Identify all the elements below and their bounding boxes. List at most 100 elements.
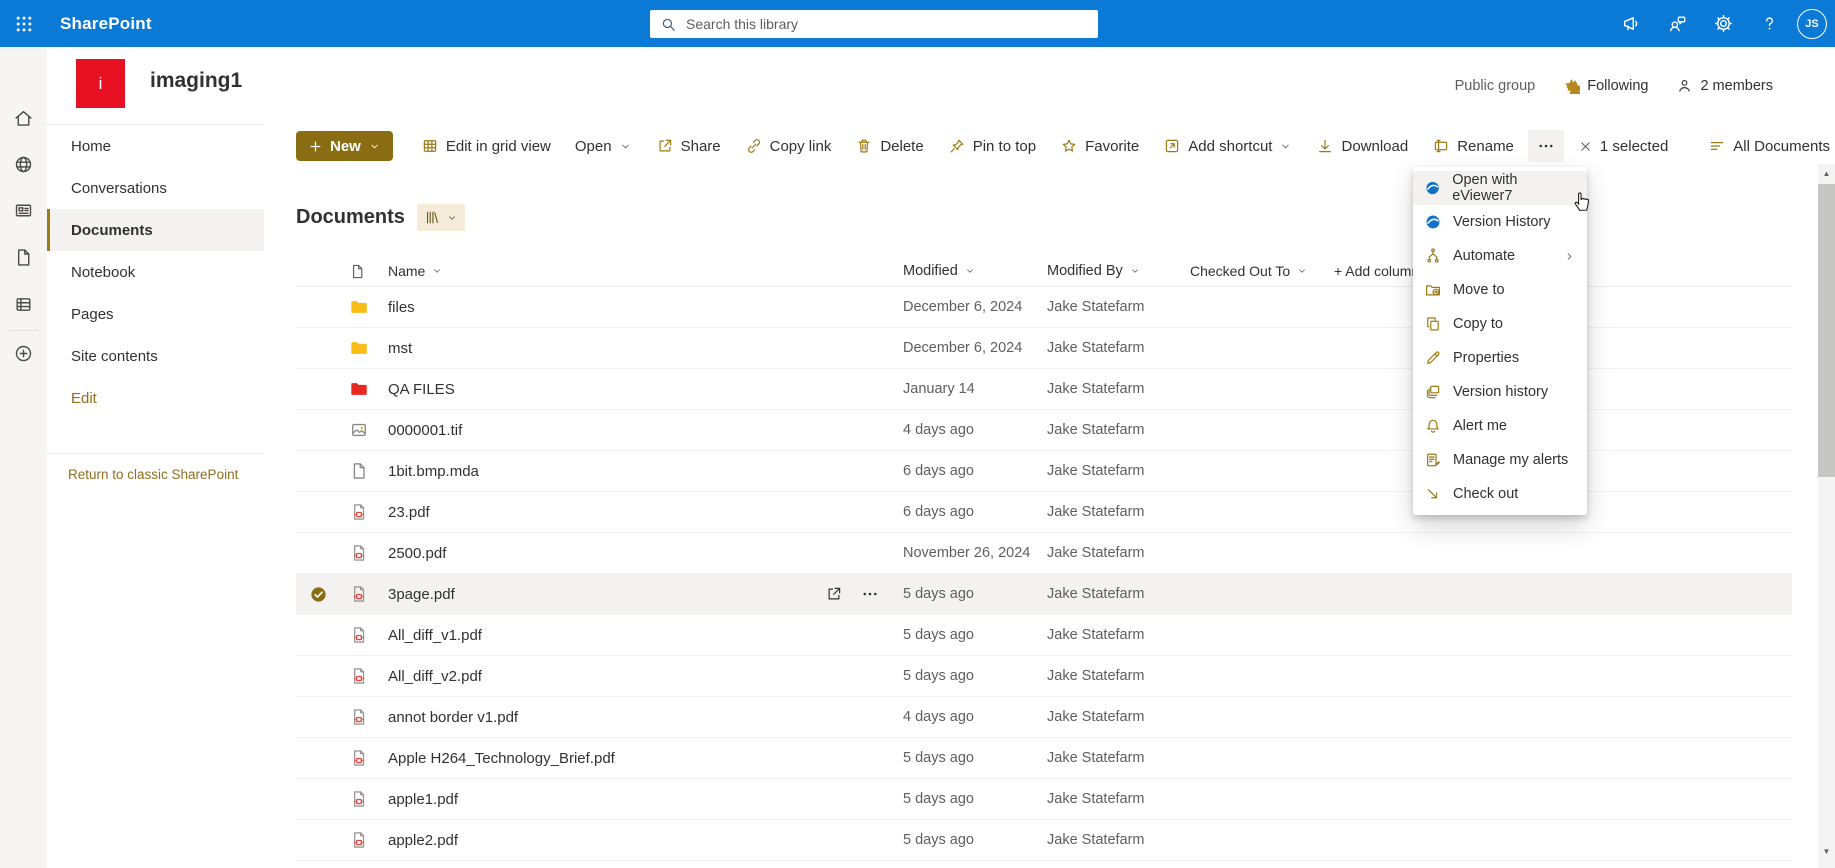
copy-link-button[interactable]: Copy link	[735, 130, 842, 162]
item-name-link[interactable]: files	[388, 299, 415, 316]
item-name-link[interactable]: 0000001.tif	[388, 422, 462, 439]
menu-item-manage-my-alerts[interactable]: Manage my alerts	[1413, 443, 1587, 477]
site-title[interactable]: imaging1	[150, 69, 242, 93]
sidebar-item-home[interactable]: Home	[47, 125, 264, 167]
name-column-header[interactable]: Name	[380, 263, 903, 279]
item-name-link[interactable]: All_diff_v2.pdf	[388, 668, 482, 685]
item-name-link[interactable]: 23.pdf	[388, 504, 430, 521]
clear-selection-button[interactable]: 1 selected	[1568, 130, 1678, 162]
sidebar-item-edit[interactable]: Edit	[47, 377, 264, 419]
menu-item-version-history[interactable]: Version history	[1413, 375, 1587, 409]
modified-by-cell[interactable]: Jake Statefarm	[1047, 463, 1190, 479]
settings-gear-icon[interactable]	[1705, 6, 1741, 42]
sidebar-item-documents[interactable]: Documents	[47, 209, 264, 251]
create-plus-icon[interactable]	[13, 343, 34, 364]
help-icon[interactable]	[1751, 6, 1787, 42]
members-button[interactable]: 2 members	[1676, 77, 1773, 94]
share-icon[interactable]	[825, 585, 843, 603]
open-button[interactable]: Open	[565, 130, 642, 162]
app-launcher-waffle-icon[interactable]	[0, 0, 47, 47]
table-row[interactable]: Apple H264_Technology_Brief.pdf 5 days a…	[296, 738, 1792, 779]
menu-item-automate[interactable]: Automate	[1413, 239, 1587, 273]
feedback-people-icon[interactable]	[1659, 6, 1695, 42]
file-type-column-header[interactable]	[340, 263, 380, 280]
modified-by-cell[interactable]: Jake Statefarm	[1047, 299, 1190, 315]
share-button[interactable]: Share	[646, 130, 731, 162]
ellipsis-icon[interactable]	[861, 585, 879, 603]
item-name-link[interactable]: apple2.pdf	[388, 832, 458, 849]
item-name-link[interactable]: All_diff_v1.pdf	[388, 627, 482, 644]
item-name-link[interactable]: mst	[388, 340, 412, 357]
add-shortcut-button[interactable]: Add shortcut	[1153, 130, 1302, 162]
scroll-up-arrow[interactable]: ▲	[1818, 166, 1835, 181]
modified-column-header[interactable]: Modified	[903, 263, 1047, 279]
rename-button[interactable]: Rename	[1422, 130, 1524, 162]
new-button[interactable]: New	[296, 131, 393, 161]
table-row[interactable]: All_diff_v2.pdf 5 days ago Jake Statefar…	[296, 656, 1792, 697]
vertical-scrollbar[interactable]: ▲ ▼	[1818, 164, 1835, 868]
scroll-down-arrow[interactable]: ▼	[1818, 844, 1835, 859]
pin-to-top-button[interactable]: Pin to top	[938, 130, 1046, 162]
item-name-link[interactable]: QA FILES	[388, 381, 455, 398]
item-name-link[interactable]: apple1.pdf	[388, 791, 458, 808]
item-name-link[interactable]: annot border v1.pdf	[388, 709, 518, 726]
modified-by-cell[interactable]: Jake Statefarm	[1047, 709, 1190, 725]
site-logo[interactable]: i	[76, 59, 125, 108]
menu-item-check-out[interactable]: Check out	[1413, 477, 1587, 511]
menu-item-version-history-eviewer[interactable]: Version History	[1413, 205, 1587, 239]
modified-by-cell[interactable]: Jake Statefarm	[1047, 381, 1190, 397]
checked-out-to-column-header[interactable]: Checked Out To	[1190, 263, 1334, 279]
modified-by-cell[interactable]: Jake Statefarm	[1047, 750, 1190, 766]
modified-by-cell[interactable]: Jake Statefarm	[1047, 586, 1190, 602]
table-row[interactable]: 2500.pdf November 26, 2024 Jake Statefar…	[296, 533, 1792, 574]
announcements-megaphone-icon[interactable]	[1613, 6, 1649, 42]
table-row[interactable]: apple2.pdf 5 days ago Jake Statefarm	[296, 820, 1792, 861]
view-selector-button[interactable]: All Documents	[1698, 130, 1835, 162]
more-commands-button[interactable]	[1527, 130, 1564, 162]
table-row[interactable]: apple1.pdf 5 days ago Jake Statefarm	[296, 779, 1792, 820]
favorite-button[interactable]: Favorite	[1050, 130, 1149, 162]
modified-by-cell[interactable]: Jake Statefarm	[1047, 668, 1190, 684]
news-icon[interactable]	[13, 200, 34, 221]
scrollbar-thumb[interactable]	[1818, 184, 1835, 477]
download-button[interactable]: Download	[1306, 130, 1418, 162]
item-name-link[interactable]: 2500.pdf	[388, 545, 446, 562]
edit-in-grid-view-button[interactable]: Edit in grid view	[411, 130, 561, 162]
sidebar-item-conversations[interactable]: Conversations	[47, 167, 264, 209]
modified-by-cell[interactable]: Jake Statefarm	[1047, 791, 1190, 807]
modified-by-column-header[interactable]: Modified By	[1047, 263, 1190, 279]
modified-by-cell[interactable]: Jake Statefarm	[1047, 832, 1190, 848]
library-search-box[interactable]	[650, 10, 1098, 38]
item-name-link[interactable]: 1bit.bmp.mda	[388, 463, 479, 480]
modified-by-cell[interactable]: Jake Statefarm	[1047, 627, 1190, 643]
menu-item-properties[interactable]: Properties	[1413, 341, 1587, 375]
row-selected-check[interactable]	[296, 585, 340, 604]
document-icon[interactable]	[13, 247, 34, 268]
menu-item-open-with-eviewer7[interactable]: Open with eViewer7	[1413, 171, 1587, 205]
lists-icon[interactable]	[13, 294, 34, 315]
sidebar-item-notebook[interactable]: Notebook	[47, 251, 264, 293]
item-name-link[interactable]: Apple H264_Technology_Brief.pdf	[388, 750, 615, 767]
globe-icon[interactable]	[13, 154, 34, 175]
menu-item-alert-me[interactable]: Alert me	[1413, 409, 1587, 443]
modified-by-cell[interactable]: Jake Statefarm	[1047, 340, 1190, 356]
delete-button[interactable]: Delete	[845, 130, 933, 162]
modified-by-cell[interactable]: Jake Statefarm	[1047, 422, 1190, 438]
account-avatar[interactable]: JS	[1797, 8, 1827, 39]
sidebar-item-site-contents[interactable]: Site contents	[47, 335, 264, 377]
sharepoint-brand[interactable]: SharePoint	[60, 14, 152, 34]
menu-item-copy-to[interactable]: Copy to	[1413, 307, 1587, 341]
return-to-classic-link[interactable]: Return to classic SharePoint	[47, 454, 264, 482]
table-row[interactable]: All_diff_v1.pdf 5 days ago Jake Statefar…	[296, 615, 1792, 656]
search-input[interactable]	[686, 16, 1088, 32]
menu-item-move-to[interactable]: Move to	[1413, 273, 1587, 307]
table-row[interactable]: annot border v1.pdf 4 days ago Jake Stat…	[296, 697, 1792, 738]
library-view-toggle-button[interactable]	[416, 204, 465, 231]
item-name-link[interactable]: 3page.pdf	[388, 586, 455, 603]
table-row-selected[interactable]: 3page.pdf 5 days ago Jake Statefarm	[296, 574, 1792, 615]
modified-by-cell[interactable]: Jake Statefarm	[1047, 504, 1190, 520]
sidebar-item-pages[interactable]: Pages	[47, 293, 264, 335]
home-icon[interactable]	[13, 108, 34, 129]
modified-by-cell[interactable]: Jake Statefarm	[1047, 545, 1190, 561]
following-button[interactable]: Following	[1563, 77, 1648, 94]
